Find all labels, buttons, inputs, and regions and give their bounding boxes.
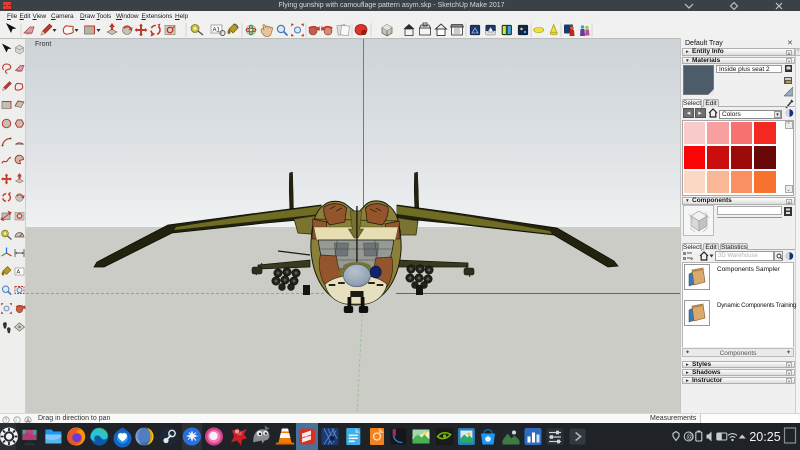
svg-text:20:25: 20:25 xyxy=(749,430,780,444)
svg-text:@: @ xyxy=(686,434,693,441)
svg-text:A1: A1 xyxy=(213,28,221,34)
svg-text:A: A xyxy=(17,270,21,276)
